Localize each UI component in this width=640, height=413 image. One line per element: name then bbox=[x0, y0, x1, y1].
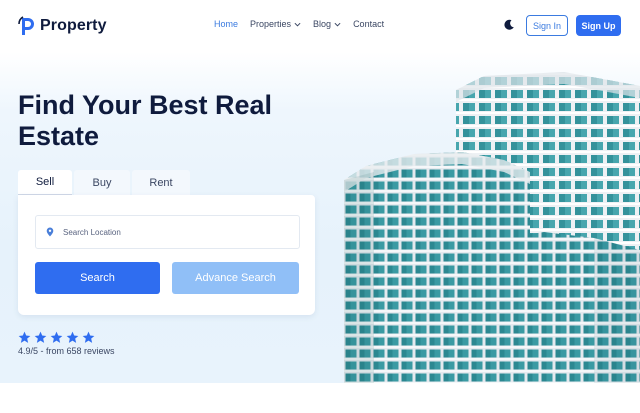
moon-icon[interactable] bbox=[503, 19, 515, 31]
brand-name: Property bbox=[40, 17, 107, 34]
star-icon bbox=[66, 331, 79, 343]
search-location-input[interactable] bbox=[63, 227, 283, 237]
search-tabs: Sell Buy Rent bbox=[18, 170, 190, 195]
tab-buy[interactable]: Buy bbox=[74, 170, 130, 195]
search-button[interactable]: Search bbox=[35, 262, 160, 294]
nav-label: Home bbox=[214, 19, 239, 29]
tab-rent[interactable]: Rent bbox=[132, 170, 190, 195]
nav-item-contact[interactable]: Contact bbox=[353, 19, 384, 29]
logo-mark-icon bbox=[18, 16, 34, 35]
rating-summary: 4.9/5 - from 658 reviews bbox=[18, 346, 115, 356]
star-icon bbox=[34, 331, 47, 343]
chevron-down-icon bbox=[294, 22, 301, 27]
building-hero-image bbox=[344, 72, 640, 383]
rating-block: 4.9/5 - from 658 reviews bbox=[18, 331, 115, 356]
search-card: Search Advance Search bbox=[18, 195, 315, 315]
chevron-down-icon bbox=[334, 22, 341, 27]
advance-search-button[interactable]: Advance Search bbox=[172, 262, 299, 294]
star-icon bbox=[82, 331, 95, 343]
site-header: Property Home Properties Blog Contact Si… bbox=[0, 0, 640, 52]
nav-label: Properties bbox=[250, 19, 292, 29]
star-icon bbox=[18, 331, 31, 343]
nav-label: Contact bbox=[353, 19, 385, 29]
nav-item-home[interactable]: Home bbox=[214, 19, 238, 29]
tab-sell[interactable]: Sell bbox=[18, 170, 72, 195]
nav-label: Blog bbox=[313, 19, 332, 29]
star-icon bbox=[50, 331, 63, 343]
sign-up-button[interactable]: Sign Up bbox=[576, 15, 621, 36]
brand-logo[interactable]: Property bbox=[18, 14, 107, 38]
location-pin-icon bbox=[46, 227, 54, 237]
hero-title: Find Your Best Real Estate bbox=[18, 90, 273, 151]
hero-section: Find Your Best Real Estate Sell Buy Rent… bbox=[0, 52, 640, 383]
location-field[interactable] bbox=[35, 215, 300, 249]
nav-item-properties[interactable]: Properties bbox=[250, 19, 301, 29]
main-nav: Home Properties Blog Contact bbox=[214, 19, 384, 29]
nav-item-blog[interactable]: Blog bbox=[313, 19, 341, 29]
rating-stars bbox=[18, 331, 115, 344]
sign-in-button[interactable]: Sign In bbox=[526, 15, 568, 36]
